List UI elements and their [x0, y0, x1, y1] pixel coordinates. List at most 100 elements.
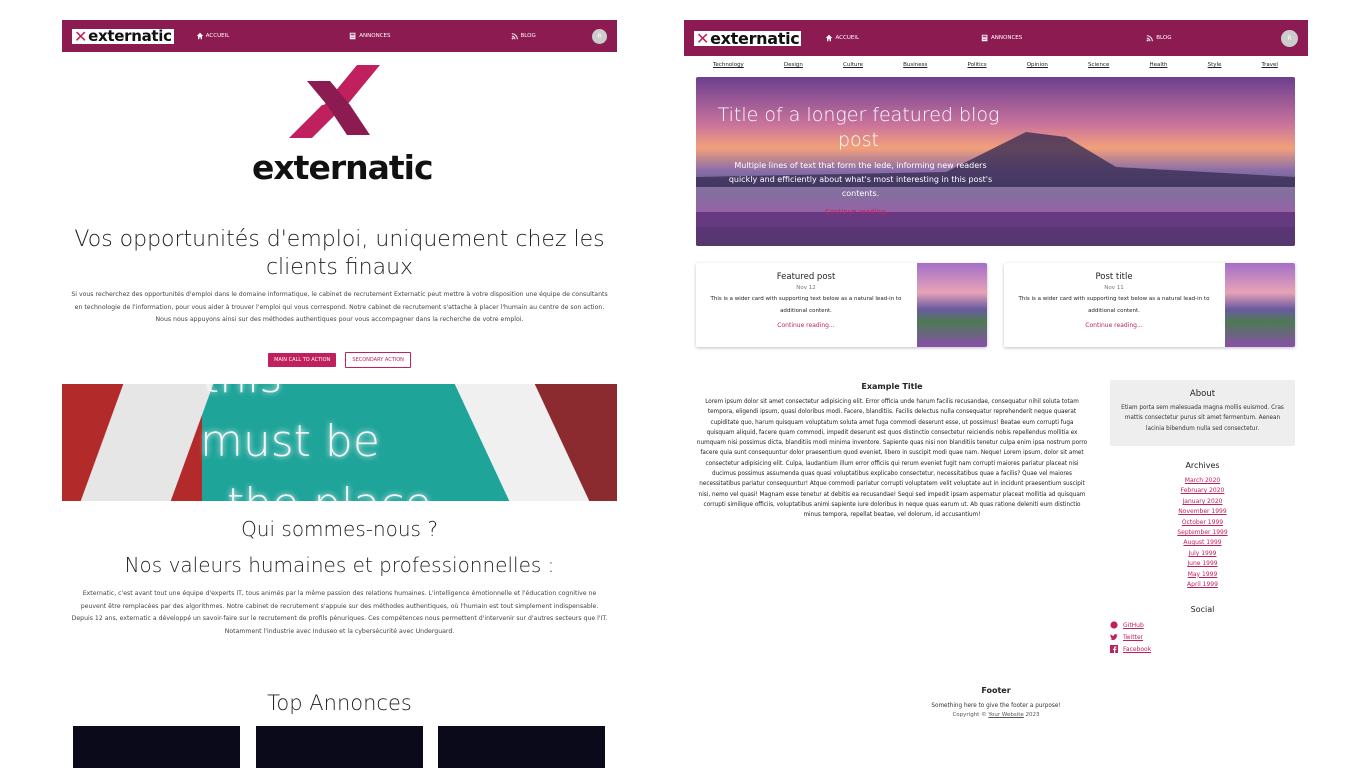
facebook-icon — [1110, 645, 1118, 653]
post-card-body: Post title Nov 11 This is a wider card w… — [1004, 263, 1224, 347]
social-title: Social — [1190, 605, 1215, 614]
archive-link[interactable]: February 2020 — [1110, 486, 1295, 496]
featured-continue-link[interactable]: Continue reading... — [716, 208, 1001, 216]
archive-link[interactable]: May 1999 — [1110, 570, 1295, 580]
hero-text: Si vous recherchez des opportunités d'em… — [71, 291, 608, 323]
twitter-icon — [1110, 634, 1118, 641]
category-nav: Technology Design Culture Business Polit… — [713, 62, 1278, 68]
post-card-title: Featured post — [776, 272, 836, 282]
blog-screenshot: ✕ externatic ACCUEIL ANNONCES BLOG R Tech… — [684, 20, 1308, 768]
featured-lede: Multiple lines of text that form the led… — [728, 161, 993, 198]
secondary-action-button[interactable]: SECONDARY ACTION — [345, 352, 411, 368]
post-card-title: Post title — [1095, 272, 1133, 282]
post-card-image — [1225, 263, 1295, 347]
main-cta-button[interactable]: MAIN CALL TO ACTION — [268, 353, 337, 367]
neon-sign-image: this must be the place — [62, 384, 617, 501]
hero-buttons: MAIN CALL TO ACTION SECONDARY ACTION — [62, 346, 617, 368]
nav-logo[interactable]: ✕ externatic — [694, 28, 802, 48]
archive-link[interactable]: August 1999 — [1110, 538, 1295, 548]
category-link[interactable]: Culture — [843, 62, 863, 68]
nav-label: BLOG — [520, 33, 536, 39]
nav-link-blog[interactable]: BLOG — [1146, 34, 1172, 42]
social-list: GitHub Twitter Facebook — [1110, 621, 1151, 657]
footer-copyright: Copyright © Your Website 2023 — [684, 712, 1308, 718]
logo-text: externatic — [88, 26, 172, 45]
article-title: Example Title — [861, 382, 923, 391]
copyright-prefix: Copyright © — [952, 712, 987, 718]
nav-link-annonces[interactable]: ANNONCES — [981, 34, 1022, 42]
github-icon — [1110, 621, 1118, 629]
avatar[interactable]: R — [1281, 29, 1298, 47]
archive-link[interactable]: January 2020 — [1110, 497, 1295, 507]
avatar[interactable]: R — [592, 28, 607, 44]
post-card-date: Nov 11 — [1104, 285, 1124, 291]
category-link[interactable]: Business — [903, 62, 927, 68]
archive-link[interactable]: October 1999 — [1110, 518, 1295, 528]
post-card[interactable]: Featured post Nov 12 This is a wider car… — [696, 263, 987, 347]
nav-link-accueil[interactable]: ACCUEIL — [196, 32, 230, 40]
category-link[interactable]: Science — [1088, 62, 1109, 68]
category-link[interactable]: Technology — [713, 62, 744, 68]
top-annonces-title: Top Annonces — [267, 691, 412, 715]
post-card-text: This is a wider card with supporting tex… — [1018, 296, 1210, 314]
logo-text: externatic — [710, 28, 800, 48]
rss-icon — [511, 33, 518, 40]
nav-label: ACCUEIL — [835, 35, 860, 41]
social-twitter[interactable]: Twitter — [1110, 633, 1151, 641]
about-text: Etiam porta sem malesuada magna mollis e… — [1121, 405, 1284, 432]
nav-label: ANNONCES — [359, 33, 391, 39]
footer-website-link[interactable]: Your Website — [988, 712, 1023, 718]
post-card-text: This is a wider card with supporting tex… — [710, 296, 902, 314]
nav-label: ACCUEIL — [205, 33, 230, 39]
nav-link-accueil[interactable]: ACCUEIL — [825, 34, 859, 42]
archive-link[interactable]: November 1999 — [1110, 507, 1295, 517]
post-card-link[interactable]: Continue reading... — [1004, 322, 1224, 329]
nav-link-annonces[interactable]: ANNONCES — [349, 32, 391, 40]
category-link[interactable]: Opinion — [1027, 62, 1048, 68]
archive-link[interactable]: June 1999 — [1110, 559, 1295, 569]
post-card-date: Nov 12 — [796, 285, 816, 291]
category-link[interactable]: Politics — [967, 62, 986, 68]
footer-title: Footer — [981, 686, 1011, 695]
social-github[interactable]: GitHub — [1110, 621, 1151, 629]
category-link[interactable]: Style — [1208, 62, 1222, 68]
category-link[interactable]: Design — [784, 62, 803, 68]
annonce-card[interactable] — [256, 726, 423, 768]
homepage-screenshot: ✕ externatic ACCUEIL ANNONCES BLOG R exte… — [62, 20, 617, 768]
archive-link[interactable]: April 1999 — [1110, 580, 1295, 590]
about-box: About Etiam porta sem malesuada magna mo… — [1110, 380, 1295, 446]
about-text: Externatic, c'est avant tout une équipe … — [71, 590, 608, 635]
social-facebook[interactable]: Facebook — [1110, 645, 1151, 653]
featured-title: Title of a longer featured blog post — [717, 104, 1000, 151]
nav-label: BLOG — [1156, 35, 1172, 41]
about-title: Qui sommes-nous ? — [241, 517, 438, 541]
article-text: Lorem ipsum dolor sit amet consectetur a… — [696, 399, 1088, 519]
x-logo-icon — [289, 65, 380, 138]
archive-link[interactable]: March 2020 — [1110, 476, 1295, 486]
post-card-link[interactable]: Continue reading... — [696, 322, 916, 329]
annonce-card[interactable] — [73, 726, 240, 768]
post-card[interactable]: Post title Nov 11 This is a wider card w… — [1004, 263, 1295, 347]
category-link[interactable]: Health — [1149, 62, 1167, 68]
social-label: Facebook — [1123, 645, 1152, 653]
home-icon — [196, 32, 203, 40]
about-title: About — [1189, 389, 1216, 399]
post-card-body: Featured post Nov 12 This is a wider car… — [696, 263, 916, 347]
newspaper-icon — [981, 34, 988, 42]
about-subtitle: Nos valeurs humaines et professionnelles… — [124, 553, 555, 577]
category-link[interactable]: Travel — [1262, 62, 1278, 68]
archive-link[interactable]: September 1999 — [1110, 528, 1295, 538]
hero-logo: externatic — [252, 63, 434, 187]
annonce-card[interactable] — [438, 726, 605, 768]
nav-link-blog[interactable]: BLOG — [511, 32, 536, 40]
neon-line-2: must be — [200, 416, 380, 467]
hero-title: Vos opportunités d'emploi, uniquement ch… — [74, 227, 605, 280]
nav-logo[interactable]: ✕ externatic — [72, 26, 174, 45]
archives-list: March 2020 February 2020 January 2020 No… — [1110, 476, 1295, 590]
social-label: GitHub — [1123, 621, 1144, 629]
top-navbar: ✕ externatic ACCUEIL ANNONCES BLOG R — [684, 20, 1308, 56]
featured-post-hero: Title of a longer featured blog post Mul… — [696, 77, 1295, 246]
archive-link[interactable]: July 1999 — [1110, 549, 1295, 559]
neon-line-1: this — [202, 384, 282, 403]
hero-wordmark: externatic — [252, 148, 434, 187]
